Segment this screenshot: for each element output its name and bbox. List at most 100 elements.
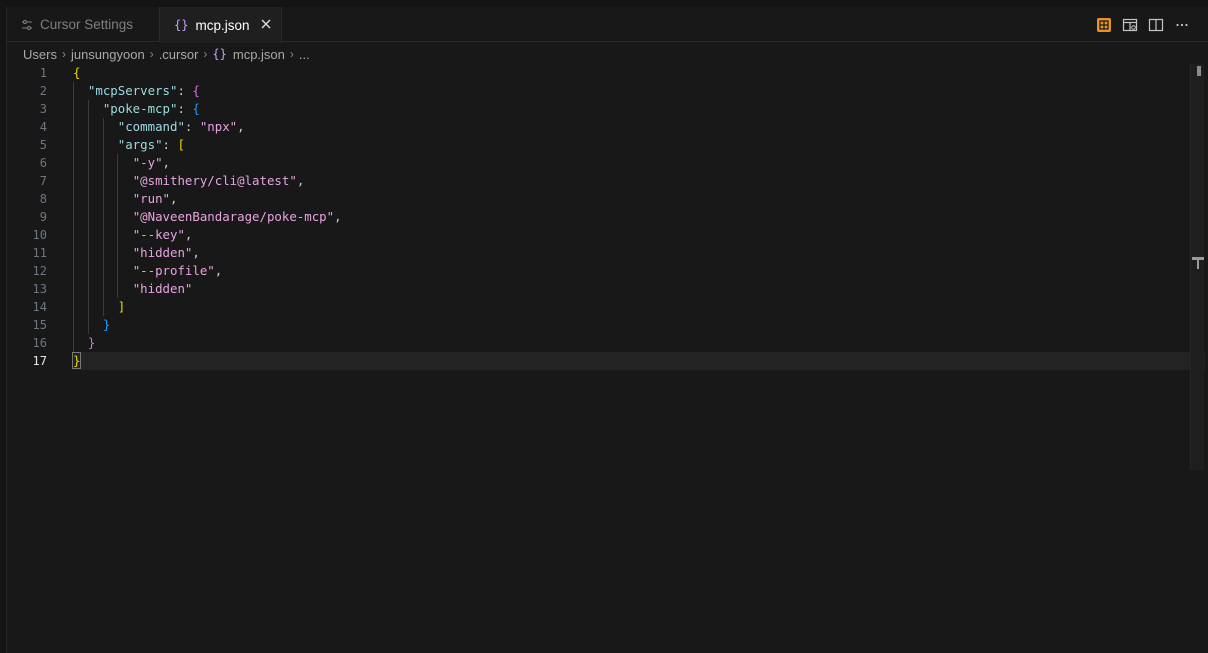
indent-guide: [73, 118, 74, 136]
json-string: "-y": [132, 155, 163, 170]
indent-guide: [73, 262, 74, 280]
json-key: "command": [117, 119, 185, 134]
activity-edge: [0, 7, 7, 653]
indent-guide: [103, 226, 104, 244]
chevron-right-icon: ›: [289, 47, 294, 61]
code-line[interactable]: "-y",: [73, 154, 1183, 172]
code-line[interactable]: "--key",: [73, 226, 1183, 244]
bracket-close: ]: [117, 299, 126, 314]
line-number: 4: [39, 120, 47, 134]
json-string: "--profile": [132, 263, 215, 278]
line-number: 2: [39, 84, 47, 98]
indent-guide: [88, 316, 89, 334]
indent-guide: [103, 208, 104, 226]
breadcrumb-item-cursor[interactable]: .cursor: [159, 47, 199, 62]
indent-guide: [103, 190, 104, 208]
code-editor[interactable]: 1 2 3 4 5 6 7 8 9 10 11 12 13 14 15 16 1…: [7, 64, 1208, 653]
json-colon: :: [177, 83, 193, 98]
indent-guide: [73, 298, 74, 316]
line-number: 1: [39, 66, 47, 80]
code-lines[interactable]: { "mcpServers": { "poke-mcp": { "command…: [71, 64, 1205, 370]
json-comma: ,: [192, 245, 200, 260]
code-line[interactable]: "run",: [73, 190, 1183, 208]
json-braces-icon: {}: [174, 18, 189, 32]
indent-guide: [88, 208, 89, 226]
chevron-right-icon: ›: [203, 47, 208, 61]
line-number: 12: [32, 264, 47, 278]
code-line[interactable]: "@NaveenBandarage/poke-mcp",: [73, 208, 1183, 226]
code-line[interactable]: }: [73, 316, 1183, 334]
breadcrumb-item-users[interactable]: Users: [23, 47, 57, 62]
line-number: 7: [39, 174, 47, 188]
line-number: 6: [39, 156, 47, 170]
split-editor-icon[interactable]: [1148, 17, 1164, 33]
more-actions-icon[interactable]: [1174, 17, 1190, 33]
scrollbar-thumb[interactable]: [1197, 66, 1201, 76]
indent-guide: [103, 118, 104, 136]
json-comma: ,: [334, 209, 342, 224]
indent-guide: [88, 298, 89, 316]
settings-sliders-icon: [21, 19, 33, 31]
code-line[interactable]: ]: [73, 298, 1183, 316]
code-line[interactable]: }: [73, 334, 1183, 352]
indent-guide: [103, 244, 104, 262]
brace-open: {: [73, 65, 81, 80]
line-number: 10: [32, 228, 47, 242]
indent-guide: [117, 280, 118, 298]
indent-guide: [117, 208, 118, 226]
indent-guide: [73, 208, 74, 226]
code-line[interactable]: "poke-mcp": {: [73, 100, 1183, 118]
brace-close: }: [71, 352, 82, 369]
indent-guide: [73, 136, 74, 154]
indent-guide: [103, 262, 104, 280]
tab-cursor-settings[interactable]: Cursor Settings: [7, 7, 160, 42]
close-icon[interactable]: [259, 17, 273, 31]
breadcrumb-item-user[interactable]: junsungyoon: [71, 47, 145, 62]
json-string: "@NaveenBandarage/poke-mcp": [132, 209, 335, 224]
indent-guide: [117, 262, 118, 280]
open-preview-icon[interactable]: [1122, 17, 1138, 33]
indent-guide: [117, 172, 118, 190]
code-line[interactable]: {: [73, 64, 1183, 82]
indent-guide: [88, 172, 89, 190]
bracket-open: [: [177, 137, 185, 152]
indent-guide: [88, 226, 89, 244]
line-number-gutter: 1 2 3 4 5 6 7 8 9 10 11 12 13 14 15 16 1…: [7, 64, 67, 370]
table-preview-icon[interactable]: [1096, 17, 1112, 33]
json-braces-icon: {}: [212, 47, 227, 61]
code-line[interactable]: "@smithery/cli@latest",: [73, 172, 1183, 190]
json-colon: :: [162, 137, 178, 152]
breadcrumb-item-file[interactable]: mcp.json: [233, 47, 285, 62]
code-line[interactable]: "hidden": [73, 280, 1183, 298]
window-top-strip: [0, 0, 1208, 7]
tab-label: Cursor Settings: [40, 17, 134, 32]
code-line[interactable]: "command": "npx",: [73, 118, 1183, 136]
code-line[interactable]: "--profile",: [73, 262, 1183, 280]
indent-guide: [73, 190, 74, 208]
line-number: 9: [39, 210, 47, 224]
code-line-current[interactable]: }: [71, 352, 1205, 370]
chevron-right-icon: ›: [149, 47, 154, 61]
line-number: 11: [32, 246, 47, 260]
indent-guide: [117, 244, 118, 262]
indent-guide: [88, 100, 89, 118]
indent-guide: [88, 244, 89, 262]
json-string: "hidden": [132, 281, 193, 296]
indent-guide: [73, 226, 74, 244]
code-line[interactable]: "args": [: [73, 136, 1183, 154]
indent-guide: [103, 280, 104, 298]
json-comma: ,: [237, 119, 245, 134]
indent-guide: [73, 244, 74, 262]
tab-mcp-json[interactable]: {} mcp.json: [160, 7, 282, 43]
indent-guide: [88, 118, 89, 136]
line-number: 5: [39, 138, 47, 152]
indent-guide: [117, 154, 118, 172]
code-line[interactable]: "hidden",: [73, 244, 1183, 262]
brace-close: }: [102, 317, 111, 332]
breadcrumb-item-more[interactable]: ...: [299, 47, 310, 62]
json-string: "@smithery/cli@latest": [132, 173, 297, 188]
json-string: "--key": [132, 227, 185, 242]
line-number: 15: [32, 318, 47, 332]
code-line[interactable]: "mcpServers": {: [73, 82, 1183, 100]
json-key: "poke-mcp": [102, 101, 178, 116]
